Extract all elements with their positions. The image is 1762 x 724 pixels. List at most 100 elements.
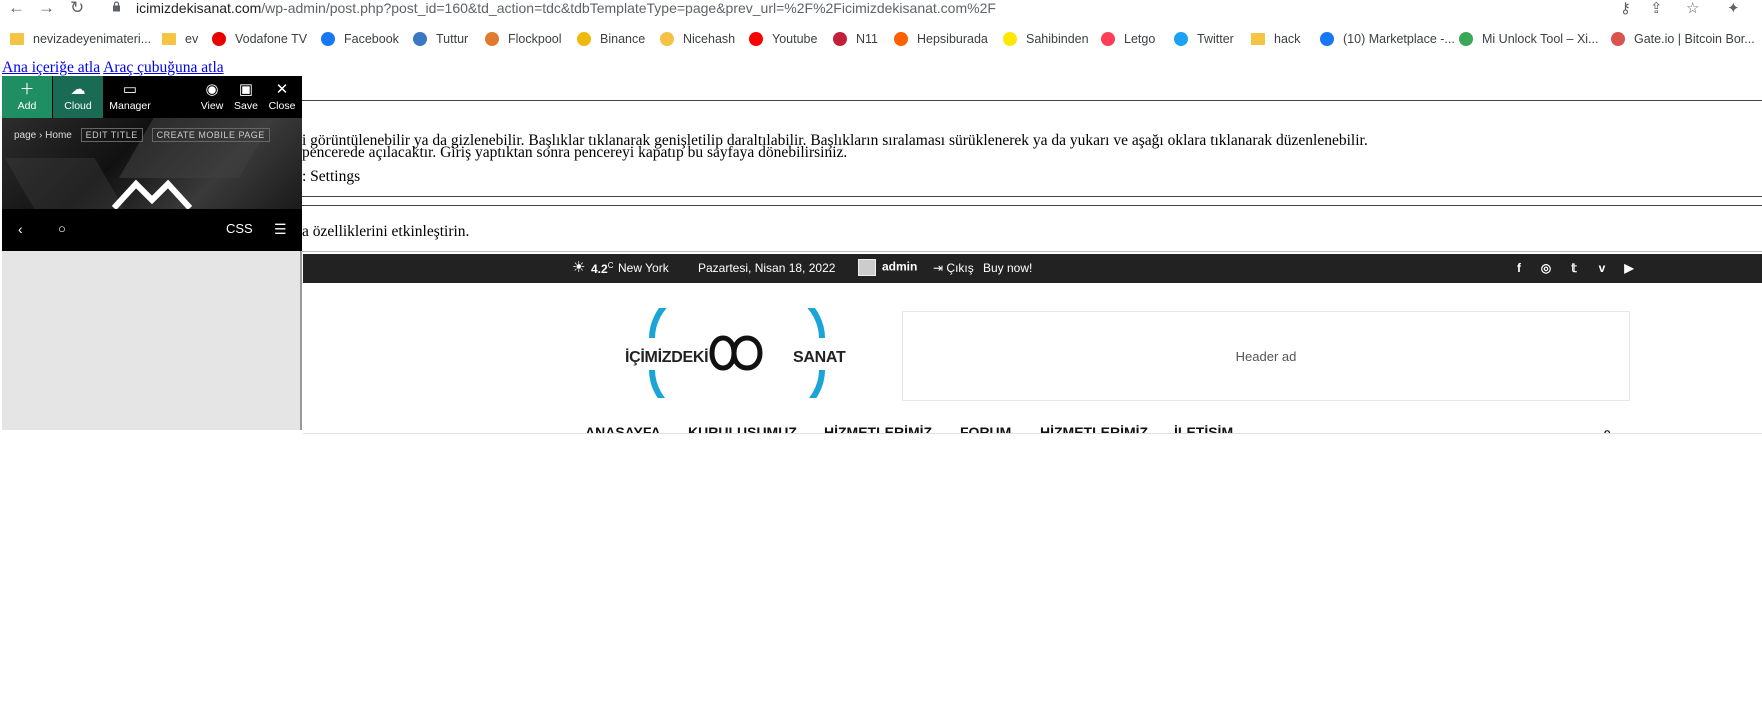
vodafone-icon: [212, 32, 226, 46]
add-label: Add: [17, 100, 37, 112]
circle-icon[interactable]: ○: [58, 221, 66, 236]
bookmark-item[interactable]: Letgo: [1101, 27, 1155, 51]
breadcrumb-separator: ›: [39, 130, 43, 141]
bookmark-label: Flockpool: [508, 32, 562, 46]
bookmark-label: hack: [1274, 32, 1301, 46]
bookmark-item[interactable]: hack: [1251, 27, 1300, 51]
close-icon: ✕: [275, 81, 289, 98]
bookmark-item[interactable]: ev: [162, 27, 198, 51]
folder-icon: [162, 33, 176, 45]
bookmark-label: Mi Unlock Tool – Xi...: [1482, 32, 1599, 46]
divider: [300, 196, 1762, 197]
facebook-icon[interactable]: f: [1512, 261, 1526, 275]
bookmark-item[interactable]: Youtube: [749, 27, 817, 51]
divider: [300, 251, 1762, 252]
header-ad[interactable]: Header ad: [902, 311, 1630, 401]
cloud-icon: ☁: [70, 81, 86, 98]
manager-icon: ▭: [122, 81, 138, 98]
view-label: View: [200, 100, 224, 112]
key-icon[interactable]: ⚷: [1620, 0, 1631, 17]
skip-to-toolbar-link[interactable]: Araç çubuğuna atla: [103, 59, 224, 76]
user-menu[interactable]: admin: [858, 259, 917, 276]
temperature: 4.2C: [591, 261, 614, 276]
logout-link[interactable]: ⇥ Çıkış: [933, 261, 974, 275]
divider: [300, 205, 1762, 206]
bookmark-item[interactable]: Gate.io | Bitcoin Bor...: [1611, 27, 1755, 51]
nicehash-icon: [660, 32, 674, 46]
sun-icon: ☀: [572, 259, 586, 276]
forward-arrow-icon[interactable]: →: [38, 0, 55, 18]
eye-icon: ◉: [205, 81, 219, 98]
folder-icon: [10, 33, 24, 45]
site-top-bar: ☀ 4.2C New York Pazartesi, Nisan 18, 202…: [303, 254, 1762, 283]
add-button[interactable]: ＋ Add: [2, 76, 52, 118]
cloud-label: Cloud: [64, 100, 92, 112]
bookmark-label: Hepsiburada: [917, 32, 988, 46]
bookmark-item[interactable]: Tuttur: [413, 27, 468, 51]
avatar: [858, 259, 876, 276]
bookmark-item[interactable]: Vodafone TV: [212, 27, 307, 51]
bookmark-label: Tuttur: [436, 32, 469, 46]
skip-to-content-link[interactable]: Ana içeriğe atla: [2, 59, 100, 76]
css-button[interactable]: CSS: [226, 221, 253, 236]
chevron-left-icon[interactable]: ‹: [18, 221, 23, 237]
bookmark-label: Vodafone TV: [235, 32, 308, 46]
enable-features-text: a özelliklerini etkinleştirin.: [302, 223, 470, 240]
date: Pazartesi, Nisan 18, 2022: [698, 261, 836, 275]
composer-toolbar: ＋ Add ☁ Cloud ▭ Manager ◉ View ▣ Save ✕ …: [2, 76, 302, 118]
view-button[interactable]: ◉ View: [196, 76, 228, 118]
help-text-line2: pencerede açılacaktır. Giriş yaptıktan s…: [302, 144, 848, 161]
breadcrumb-current: Home: [45, 130, 72, 141]
mi-unlock-icon: [1459, 32, 1473, 46]
bookmark-item[interactable]: Facebook: [321, 27, 399, 51]
bookmark-label: Twitter: [1197, 32, 1234, 46]
manager-button[interactable]: ▭ Manager: [106, 76, 154, 118]
save-button[interactable]: ▣ Save: [231, 76, 261, 118]
logo-text-right: SANAT: [793, 349, 846, 366]
edit-title-button[interactable]: EDIT TITLE: [80, 128, 143, 142]
bookmark-label: nevizadeyenimateri...: [33, 32, 152, 46]
bookmark-item[interactable]: Nicehash: [660, 27, 735, 51]
close-button[interactable]: ✕ Close: [265, 76, 299, 118]
reload-icon[interactable]: ↻: [70, 0, 84, 18]
back-arrow-icon[interactable]: ←: [8, 0, 25, 18]
binance-icon: [577, 32, 591, 46]
bookmark-item[interactable]: N11: [833, 27, 878, 51]
letgo-icon: [1101, 32, 1115, 46]
preview-bottom-edge: [303, 433, 1762, 434]
plus-icon: ＋: [19, 81, 35, 98]
bookmark-label: N11: [856, 32, 879, 46]
bookmark-item[interactable]: nevizadeyenimateri...: [10, 27, 151, 51]
star-icon[interactable]: ☆: [1686, 0, 1699, 17]
bookmarks-bar: nevizadeyenimateri... ev Vodafone TV Facebo…: [0, 27, 1762, 51]
extensions-icon[interactable]: ✦: [1727, 0, 1740, 17]
youtube-icon[interactable]: ▶: [1622, 261, 1636, 275]
bookmark-item[interactable]: Flockpool: [485, 27, 562, 51]
bookmark-item[interactable]: Binance: [577, 27, 645, 51]
twitter-icon[interactable]: 𝕥: [1567, 261, 1581, 275]
composer-bottom-bar: ‹ ○ CSS ☰: [2, 209, 302, 251]
floppy-icon: ▣: [238, 81, 254, 98]
vimeo-icon[interactable]: v: [1595, 261, 1609, 275]
youtube-icon: [749, 32, 763, 46]
save-label: Save: [234, 100, 258, 112]
bookmark-item[interactable]: Sahibinden: [1003, 27, 1089, 51]
instagram-icon[interactable]: ◎: [1539, 261, 1553, 275]
address-bar-url[interactable]: icimizdekisanat.com/wp-admin/post.php?po…: [136, 0, 996, 16]
menu-lines-icon[interactable]: ☰: [274, 221, 287, 238]
flockpool-icon: [485, 32, 499, 46]
lock-icon[interactable]: [112, 1, 121, 12]
buy-now-link[interactable]: Buy now!: [983, 261, 1032, 275]
breadcrumb-root[interactable]: page: [14, 130, 36, 141]
cloud-button[interactable]: ☁ Cloud: [53, 76, 103, 118]
bookmark-item[interactable]: Mi Unlock Tool – Xi...: [1459, 27, 1598, 51]
bookmark-label: Binance: [600, 32, 646, 46]
tuttur-icon: [413, 32, 427, 46]
create-mobile-page-button[interactable]: CREATE MOBILE PAGE: [151, 128, 270, 142]
bookmark-item[interactable]: Hepsiburada: [894, 27, 988, 51]
share-icon[interactable]: ⇪: [1650, 0, 1663, 17]
bookmark-label: Gate.io | Bitcoin Bor...: [1634, 32, 1755, 46]
bookmark-item[interactable]: (10) Marketplace -...: [1320, 27, 1455, 51]
bookmark-label: Youtube: [772, 32, 818, 46]
bookmark-item[interactable]: Twitter: [1174, 27, 1234, 51]
